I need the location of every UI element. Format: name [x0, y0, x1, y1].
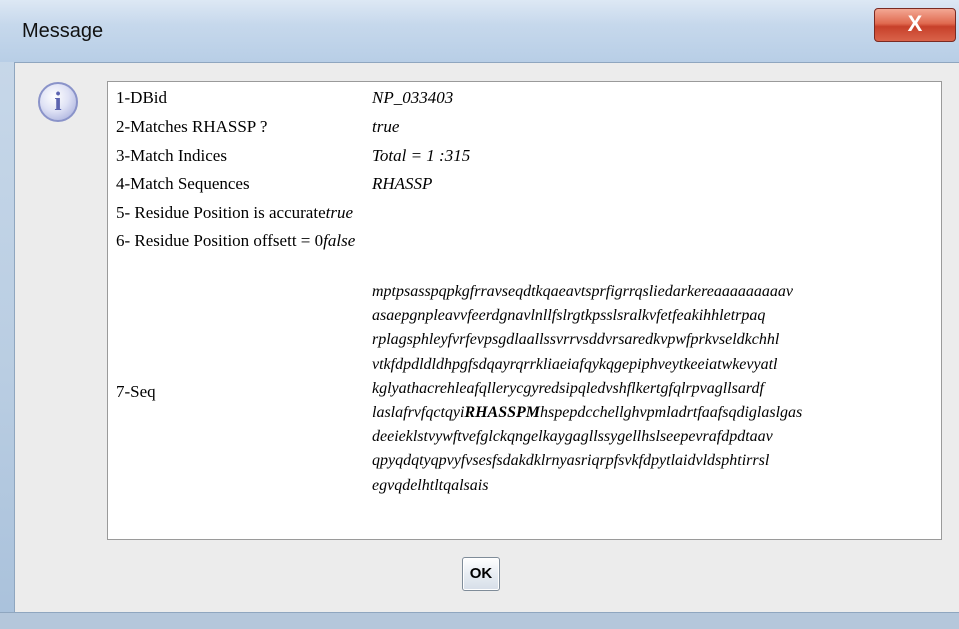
sequence-line: kglyathacrehleafqllerycgyredsipqledvshfl…	[372, 379, 764, 397]
sequence-label: 7-Seq	[116, 382, 156, 401]
sequence-line: vtkfdpdldldhpgfsdqayrqrrkliaeiafqykqgepi…	[372, 355, 778, 373]
field-label: 2-Matches RHASSP ?	[116, 117, 268, 136]
field-value: false	[323, 231, 356, 250]
field-label: 1-DBid	[116, 88, 167, 107]
ok-button[interactable]: OK	[462, 557, 500, 591]
sequence-text: mptpsasspqpkgfrravseqdtkqaeavtsprfigrrqs…	[372, 280, 942, 498]
sequence-match-highlight: RHASSPM	[464, 404, 541, 422]
sequence-line: egvqdelhtltqalsais	[372, 476, 489, 494]
title-bar: Message X	[0, 0, 959, 62]
sequence-line: rplagsphleyfvrfevpsgdlaallssvrrvsddvrsar…	[372, 331, 780, 349]
field-value: Total = 1 :315	[372, 146, 471, 165]
sequence-line: asaepgnpleavvfeerdgnavlnllfslrgtkpsslsra…	[372, 307, 766, 325]
sequence-line: mptpsasspqpkgfrravseqdtkqaeavtsprfigrrqs…	[372, 283, 793, 300]
field-value: true	[325, 203, 354, 222]
field-label: 3-Match Indices	[116, 146, 227, 165]
sequence-line: qpyqdqtyqpvyfvsesfsdakdklrnyasriqrpfsvkf…	[372, 452, 770, 470]
close-button[interactable]: X	[874, 8, 956, 42]
dialog-title: Message	[22, 20, 104, 42]
result-panel: 1-DBid NP_033403 2-Matches RHASSP ? true…	[107, 81, 942, 540]
sequence-segment: laslafrvfqctqyi	[372, 404, 465, 422]
window-bottom-border	[0, 612, 959, 629]
sequence-line: deeieklstvywftvefglckqngelkaygagllssygel…	[372, 428, 773, 446]
field-value: true	[372, 117, 400, 136]
field-row-accurate: 5- Residue Position is accuratetrue	[116, 203, 353, 223]
sequence-segment: hspepdcchellghvpmladrtfaafsqdiglaslgas	[540, 404, 803, 422]
message-dialog: Message X i 1-DBid NP_033403 2-Matches R…	[0, 0, 959, 629]
field-row-offset: 6- Residue Position offsett = 0false	[116, 231, 355, 251]
field-label: 4-Match Sequences	[116, 174, 250, 193]
field-label: 5- Residue Position is accurate	[116, 203, 326, 222]
field-value: NP_033403	[372, 88, 454, 107]
sequence-line-with-match: laslafrvfqctqyiRHASSPMhspepdcchellghvpml…	[372, 401, 942, 425]
field-label: 6- Residue Position offsett = 0	[116, 231, 324, 250]
field-value: RHASSP	[372, 174, 433, 193]
info-icon: i	[38, 82, 78, 122]
